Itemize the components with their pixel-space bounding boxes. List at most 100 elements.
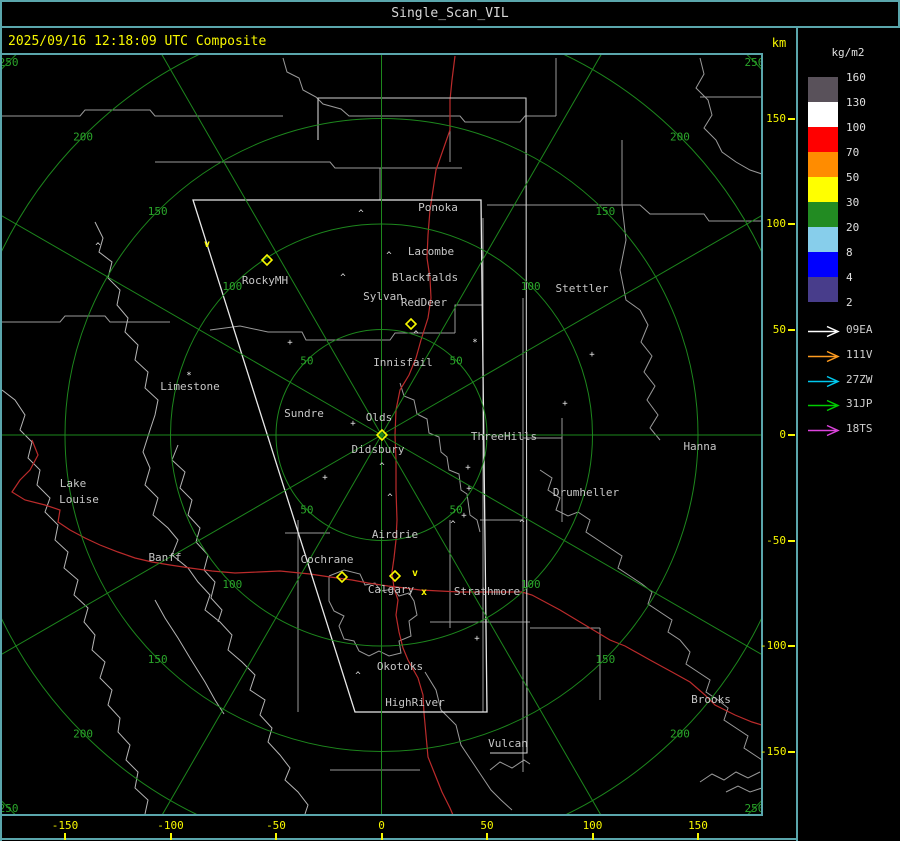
radial-line-210	[2, 434, 382, 655]
town-marker: +	[322, 473, 328, 483]
arrow-icon	[808, 325, 840, 338]
legend-panel-divider	[796, 28, 798, 841]
town-marker: ^	[355, 671, 361, 681]
legend-swatch	[808, 177, 838, 202]
town-marker: ^	[95, 242, 101, 252]
right-axis-label: -100	[760, 639, 787, 652]
bottom-axis-tick	[169, 833, 172, 840]
arrow-icon	[808, 400, 840, 412]
window-title: Single_Scan_VIL	[391, 6, 509, 21]
legend-swatch	[808, 277, 838, 302]
ring-label: 50	[300, 504, 313, 517]
ring-label: 200	[73, 727, 93, 740]
station-arrow-111V	[806, 348, 844, 362]
right-axis-tick	[788, 539, 795, 542]
town-marker: ^	[340, 273, 346, 283]
ring-label: 100	[521, 578, 541, 591]
town-label-rockymh: RockyMH	[242, 274, 288, 287]
legend-value: 50	[846, 171, 860, 184]
right-axis-tick	[788, 117, 795, 120]
right-axis-label: 50	[772, 322, 786, 336]
scan-timestamp: 2025/09/16 12:18:09 UTC Composite	[8, 34, 267, 49]
town-label-didsbury: Didsbury	[352, 443, 405, 456]
town-label-lacombe: Lacombe	[408, 245, 454, 258]
storm-marker: v	[204, 239, 210, 250]
town-label-strathmore: Strathmore	[454, 585, 520, 598]
ring-label: 200	[670, 131, 690, 144]
town-label-highriver: HighRiver	[385, 696, 445, 709]
legend-value: 100	[846, 121, 866, 134]
town-label-limestone: Limestone	[160, 380, 220, 393]
town-marker: ^	[379, 462, 385, 472]
right-axis-tick	[788, 223, 795, 225]
ring-label: 250	[2, 802, 18, 814]
radial-line-240	[162, 434, 382, 814]
bottom-axis-label: 50	[480, 819, 494, 832]
town-marker: ^	[413, 330, 419, 340]
town-label-vulcan: Vulcan	[488, 737, 528, 750]
bottom-axis-tick	[486, 833, 488, 840]
right-axis-tick	[788, 645, 795, 647]
radial-line-150	[2, 215, 382, 436]
right-axis-label: 100	[766, 217, 786, 230]
town-label-threehills: ThreeHills	[471, 430, 537, 443]
town-marker: ^	[450, 520, 456, 530]
ring-label: 50	[300, 354, 313, 367]
bottom-axis-tick	[697, 833, 699, 840]
legend-swatch	[808, 252, 838, 277]
town-label-brooks: Brooks	[691, 693, 731, 706]
right-axis-label: 150	[766, 111, 786, 125]
storm-marker: v	[412, 568, 418, 579]
town-marker: +	[562, 399, 568, 409]
town-marker: *	[472, 338, 477, 348]
bottom-axis-label: -150	[51, 819, 79, 832]
bottom-axis-tick	[591, 833, 594, 840]
radar-site-diamond	[404, 317, 418, 331]
town-label-ponoka: Ponoka	[418, 201, 458, 214]
arrow-icon	[808, 424, 840, 437]
town-label-innisfail: Innisfail	[373, 356, 433, 369]
bottom-axis-label: 100	[582, 819, 603, 832]
town-label-olds: Olds	[366, 411, 393, 424]
right-axis-unit-label: km	[771, 36, 787, 50]
town-label-sundre: Sundre	[284, 407, 324, 420]
town-marker: +	[350, 419, 356, 429]
radial-line-120	[161, 55, 382, 436]
storm-marker: x	[421, 587, 427, 598]
right-axis-tick	[788, 434, 795, 436]
town-marker: ^	[358, 209, 364, 219]
legend-swatch	[808, 227, 838, 252]
range-ring-grid	[2, 55, 761, 814]
legend-value: 30	[846, 196, 860, 209]
ring-label: 150	[148, 653, 168, 666]
legend-value: 70	[846, 146, 860, 159]
town-marker: +	[474, 634, 480, 644]
town-label-blackfalds: Blackfalds	[392, 271, 458, 284]
legend-value: 4	[846, 271, 853, 284]
legend-swatch	[808, 127, 838, 152]
bottom-axis-unit-label: km	[0, 819, 35, 832]
legend-swatch	[808, 77, 838, 102]
station-arrow-27ZW	[806, 373, 844, 387]
legend-swatch	[808, 202, 838, 227]
town-label-stettler: Stettler	[556, 282, 609, 295]
ring-label: 150	[148, 205, 168, 218]
ring-label: 200	[670, 727, 690, 740]
station-arrow-31JP	[806, 397, 844, 412]
ring-label: 250	[745, 802, 761, 814]
ring-label: 100	[222, 578, 242, 591]
bottom-axis-label: -100	[157, 819, 184, 832]
town-marker: ^	[519, 519, 525, 529]
arrow-icon	[808, 375, 840, 387]
town-label-calgary: Calgary	[368, 583, 415, 596]
town-marker: +	[461, 511, 467, 521]
ring-label: 150	[595, 205, 615, 218]
station-id-111V: 111V	[846, 347, 873, 361]
bottom-axis-label: 150	[688, 819, 708, 832]
radar-map: 505050 50100100100 100150150150 15020020020…	[2, 55, 761, 814]
bottom-axis-label: 0	[378, 819, 385, 832]
right-axis-tick	[788, 750, 795, 753]
town-marker: +	[465, 463, 471, 473]
ring-label: 250	[745, 56, 761, 69]
town-label-sylvan: Sylvan	[363, 290, 403, 303]
